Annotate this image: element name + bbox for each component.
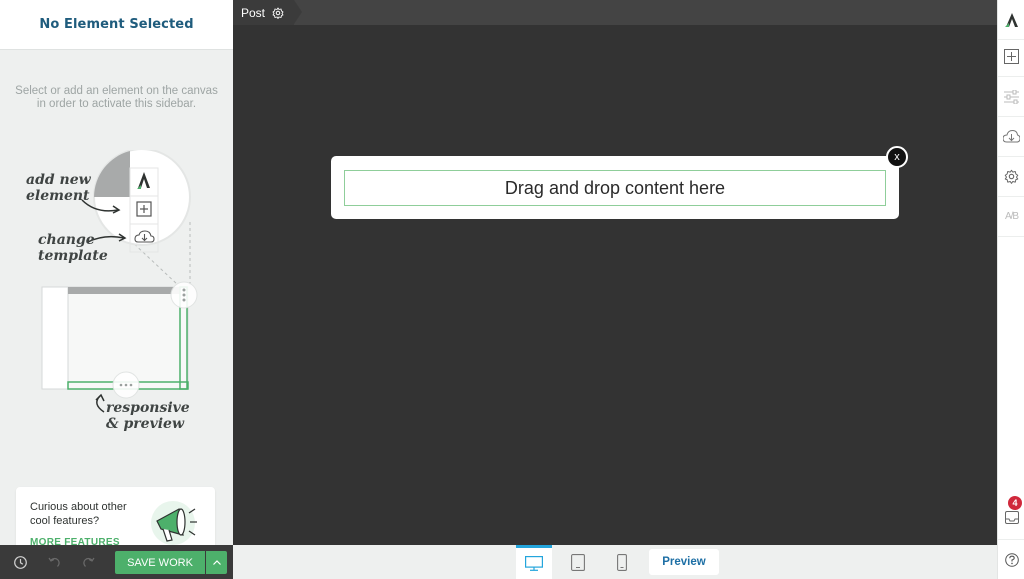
popup-box[interactable]: Drag and drop content here — [331, 156, 899, 219]
mobile-view-button[interactable] — [604, 545, 640, 579]
tablet-icon — [571, 553, 585, 571]
redo-icon — [82, 557, 94, 567]
notification-badge: 4 — [1008, 496, 1022, 510]
settings-button[interactable] — [998, 157, 1024, 197]
onboarding-illustration: add new element change template responsi… — [0, 148, 233, 450]
help-icon — [1004, 552, 1019, 567]
top-bar: Post — [233, 0, 997, 25]
ab-test-button[interactable]: A/B — [998, 197, 1024, 237]
save-options-toggle[interactable] — [206, 551, 227, 574]
redo-button[interactable] — [78, 545, 98, 579]
clock-icon — [13, 555, 27, 569]
mobile-icon — [617, 553, 627, 571]
sidebar-help-text: Select or add an element on the canvas i… — [15, 85, 218, 110]
device-bar: Preview — [233, 545, 997, 579]
thrive-logo-icon — [1004, 12, 1018, 27]
sidebar-header: No Element Selected — [0, 0, 233, 50]
cloud-download-icon — [1003, 130, 1020, 143]
history-button[interactable] — [10, 545, 30, 579]
gear-icon[interactable] — [272, 7, 284, 19]
left-sidebar: No Element Selected Select or add an ele… — [0, 0, 233, 545]
thrive-logo-button[interactable] — [998, 0, 1024, 40]
desktop-icon — [525, 556, 543, 571]
promo-text: Curious about other cool features? — [30, 501, 127, 527]
megaphone-icon — [151, 501, 197, 545]
post-tab-label: Post — [241, 5, 266, 20]
illustration-label-template: change template — [38, 232, 108, 264]
drop-zone-text: Drag and drop content here — [504, 177, 726, 198]
more-features-link[interactable]: MORE FEATURES — [30, 537, 120, 545]
inbox-icon — [1004, 510, 1019, 524]
preview-button[interactable]: Preview — [649, 549, 719, 575]
more-features-card: Curious about other cool features? MORE … — [16, 487, 215, 545]
undo-icon — [48, 557, 60, 567]
drop-zone[interactable]: Drag and drop content here — [344, 170, 886, 206]
sliders-icon — [1004, 89, 1019, 104]
popup-close-button[interactable]: x — [886, 146, 908, 168]
illustration-label-responsive: responsive & preview — [106, 400, 190, 432]
help-button[interactable] — [998, 539, 1024, 579]
desktop-view-button[interactable] — [516, 545, 552, 579]
chevron-up-icon — [212, 560, 221, 565]
add-element-button[interactable] — [998, 37, 1024, 77]
plus-box-icon — [1004, 49, 1019, 64]
sliders-button[interactable] — [998, 77, 1024, 117]
template-cloud-button[interactable] — [998, 117, 1024, 157]
post-settings-tab[interactable]: Post — [233, 0, 303, 25]
sidebar-title: No Element Selected — [39, 17, 194, 32]
right-toolbar: A/B 4 — [997, 0, 1024, 579]
gear-icon — [1004, 169, 1019, 184]
editor-canvas[interactable]: Drag and drop content here x — [233, 25, 997, 545]
undo-button[interactable] — [44, 545, 64, 579]
illustration-label-add: add new element — [26, 172, 91, 204]
tablet-view-button[interactable] — [560, 545, 596, 579]
save-work-button[interactable]: SAVE WORK — [115, 551, 205, 574]
